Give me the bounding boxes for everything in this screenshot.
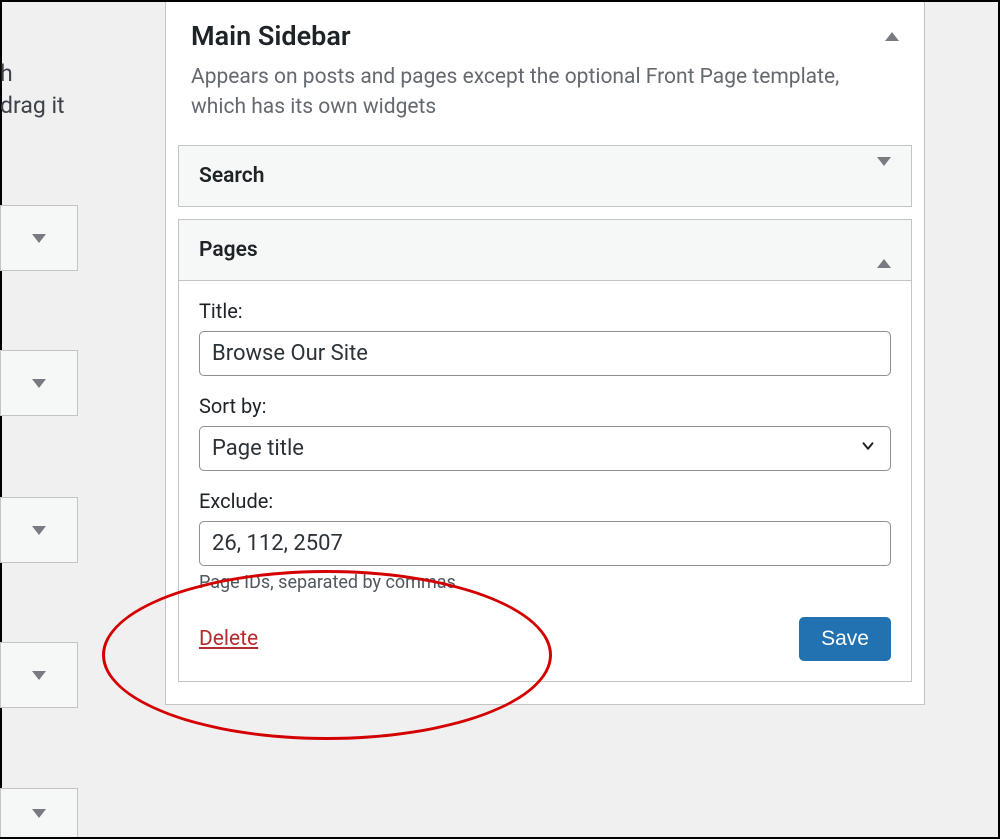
pages-sortby-row: Sort by: Page title xyxy=(199,394,891,471)
available-widgets-column-partial: h drag it xyxy=(0,0,110,839)
available-widget-toggle-1[interactable] xyxy=(0,205,78,271)
widget-pages-header[interactable]: Pages xyxy=(179,220,911,281)
pages-exclude-input[interactable] xyxy=(199,521,891,566)
expand-widget-icon xyxy=(877,166,891,185)
collapse-sidebar-area-icon[interactable] xyxy=(885,32,899,41)
collapse-widget-icon xyxy=(877,240,891,259)
delete-widget-link[interactable]: Delete xyxy=(199,627,258,651)
widget-search: Search xyxy=(178,145,912,207)
chevron-down-icon xyxy=(877,157,891,185)
sidebar-area-description: Appears on posts and pages except the op… xyxy=(191,62,899,123)
partial-text-line1: h xyxy=(0,58,110,90)
pages-title-label: Title: xyxy=(199,299,891,323)
chevron-down-icon xyxy=(32,671,46,680)
available-widget-toggle-4[interactable] xyxy=(0,642,78,708)
chevron-down-icon xyxy=(32,234,46,243)
pages-title-input[interactable] xyxy=(199,331,891,376)
sidebar-area-title: Main Sidebar xyxy=(191,20,899,52)
pages-exclude-label: Exclude: xyxy=(199,489,891,513)
chevron-up-icon xyxy=(885,32,899,41)
chevron-down-icon xyxy=(32,379,46,388)
widget-search-title: Search xyxy=(199,164,264,188)
widgets-list: Search Pages Title: Sort by: Pag xyxy=(166,145,924,682)
chevron-down-icon xyxy=(32,809,46,818)
save-widget-button[interactable]: Save xyxy=(799,617,891,661)
pages-sortby-label: Sort by: xyxy=(199,394,891,418)
pages-exclude-help: Page IDs, separated by commas. xyxy=(199,572,891,593)
pages-sortby-select[interactable]: Page title xyxy=(199,426,891,471)
available-widget-toggle-2[interactable] xyxy=(0,350,78,416)
widget-pages-actions: Delete Save xyxy=(199,617,891,661)
available-widget-toggle-5[interactable] xyxy=(0,788,78,837)
chevron-up-icon xyxy=(877,240,891,268)
chevron-down-icon xyxy=(32,526,46,535)
widget-pages: Pages Title: Sort by: Page title xyxy=(178,219,912,682)
widget-search-header[interactable]: Search xyxy=(179,146,911,206)
pages-title-row: Title: xyxy=(199,299,891,376)
widget-pages-body: Title: Sort by: Page title E xyxy=(179,281,911,681)
sidebar-area-header[interactable]: Main Sidebar Appears on posts and pages … xyxy=(166,2,924,145)
pages-exclude-row: Exclude: Page IDs, separated by commas. xyxy=(199,489,891,593)
available-widget-toggle-3[interactable] xyxy=(0,497,78,563)
sidebar-area-panel: Main Sidebar Appears on posts and pages … xyxy=(165,2,925,705)
widget-pages-title: Pages xyxy=(199,238,258,262)
partial-text-line2: drag it xyxy=(0,90,110,122)
